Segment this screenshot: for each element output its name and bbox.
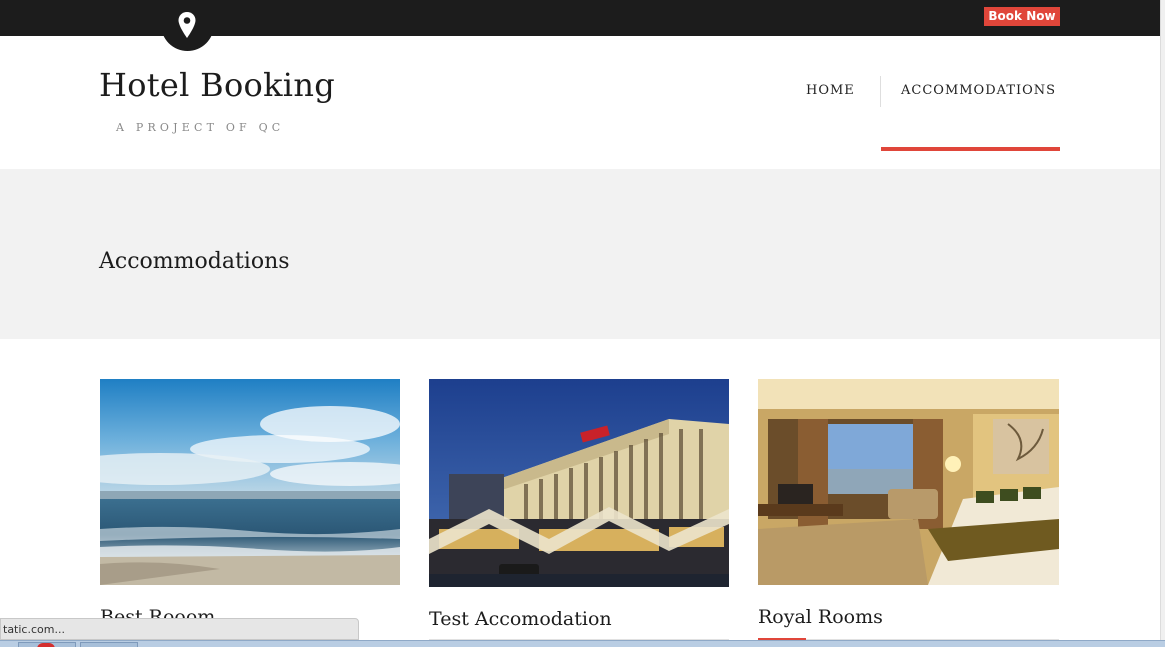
nav-divider bbox=[880, 76, 881, 107]
browser-icon bbox=[37, 643, 55, 647]
scrollbar[interactable] bbox=[1160, 0, 1165, 647]
site-tagline: A PROJECT OF QC bbox=[116, 121, 285, 134]
taskbar-button-window[interactable] bbox=[80, 642, 138, 647]
nav-item-home[interactable]: HOME bbox=[806, 83, 855, 98]
status-bar-url: tatic.com... bbox=[0, 618, 359, 640]
site-title[interactable]: Hotel Booking bbox=[99, 66, 335, 104]
nav-active-indicator bbox=[881, 147, 1060, 151]
accommodation-title-test-accomodation[interactable]: Test Accomodation bbox=[429, 608, 612, 630]
nav-item-accommodations[interactable]: ACCOMMODATIONS bbox=[901, 83, 1056, 98]
book-now-button[interactable]: Book Now bbox=[984, 7, 1060, 26]
page-title: Accommodations bbox=[99, 249, 290, 274]
accommodation-image-best-rooom[interactable] bbox=[100, 379, 400, 585]
accommodation-image-royal-rooms[interactable] bbox=[758, 379, 1059, 585]
accommodation-title-royal-rooms[interactable]: Royal Rooms bbox=[758, 606, 883, 628]
map-pin-icon bbox=[178, 12, 196, 38]
taskbar bbox=[0, 640, 1165, 647]
accommodation-image-test-accomodation[interactable] bbox=[429, 379, 729, 587]
